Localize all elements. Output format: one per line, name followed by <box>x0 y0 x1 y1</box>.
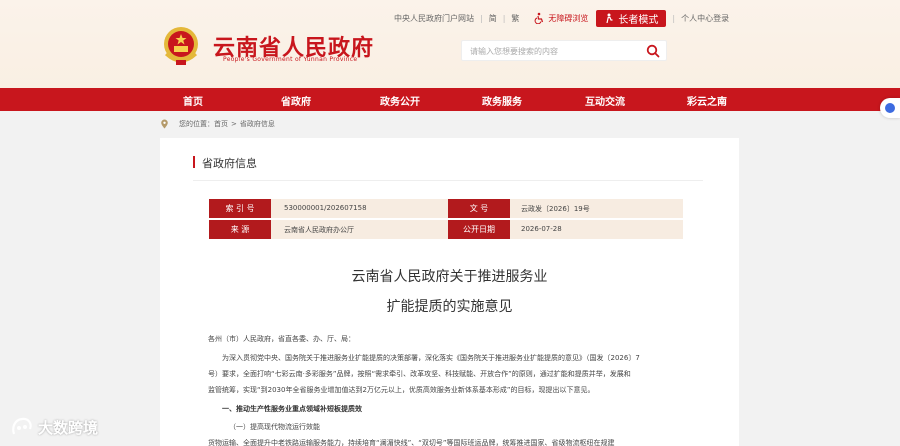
document-subheading: （一）提高现代物流运行效能 <box>229 423 320 431</box>
breadcrumb-current[interactable]: 省政府信息 <box>240 119 275 129</box>
main-nav: 首页 省政府 政务公开 政务服务 互动交流 彩云之南 <box>0 88 900 111</box>
search-icon[interactable] <box>646 44 660 58</box>
section-title: 省政府信息 <box>193 155 257 171</box>
publish-date-value: 2026-07-28 <box>521 225 562 233</box>
document-heading: 一、推动生产性服务业重点领域补短板提质效 <box>222 405 362 413</box>
meta-row: 来 源 云南省人民政府办公厅 公开日期 2026-07-28 <box>209 220 683 239</box>
simplified-chinese-link[interactable]: 简 <box>489 13 497 24</box>
central-portal-link[interactable]: 中央人民政府门户网站 <box>394 13 474 24</box>
traditional-chinese-link[interactable]: 繁 <box>511 13 519 24</box>
index-number-label: 索 引 号 <box>209 199 271 218</box>
document-number-value: 云政发〔2026〕19号 <box>521 205 590 213</box>
breadcrumb-home[interactable]: 首页 <box>214 119 228 129</box>
nav-item-colorful-yunnan[interactable]: 彩云之南 <box>687 93 727 108</box>
document-paragraph-line: 为深入贯彻党中央、国务院关于推进服务业扩能提质的决策部署，深化落实《国务院关于推… <box>222 354 640 362</box>
nav-item-home[interactable]: 首页 <box>183 93 203 108</box>
nav-item-government-services[interactable]: 政务服务 <box>482 93 522 108</box>
document-paragraph-line: 货物运输、全面提升中老铁路运输服务能力，持续培育“澜湄快线”、“双切号”等国际班… <box>208 439 615 446</box>
source-label: 来 源 <box>209 220 271 239</box>
user-center-link[interactable]: 个人中心登录 <box>681 13 729 24</box>
section-divider <box>193 180 703 181</box>
site-header: 云南省人民政府 People's Government of Yunnan Pr… <box>0 0 900 88</box>
wheelchair-icon <box>535 12 544 24</box>
document-title-line-2: 扩能提质的实施意见 <box>386 299 513 315</box>
top-links: 中央人民政府门户网站 | 简 | 繁 无障碍浏览 长者模式 | 个人中心登录 <box>394 9 729 27</box>
elder-icon <box>606 13 613 23</box>
document-paragraph-line: 号）要求，全面打响“七彩云南·多彩服务”品牌，按照“需求牵引、改革攻坚、科技赋能… <box>208 370 631 378</box>
site-subtitle: People's Government of Yunnan Province <box>223 56 358 63</box>
meta-row: 索 引 号 530000001/202607158 文 号 云政发〔2026〕1… <box>209 199 683 218</box>
divider: | <box>672 13 676 23</box>
document-salutation: 各州（市）人民政府，省直各委、办、厅、局： <box>208 335 355 343</box>
nav-item-provincial-government[interactable]: 省政府 <box>281 93 311 108</box>
national-emblem-icon[interactable] <box>160 24 202 68</box>
divider: | <box>480 13 483 23</box>
document-meta-table: 索 引 号 530000001/202607158 文 号 云政发〔2026〕1… <box>209 199 683 239</box>
nav-item-government-affairs-disclosure[interactable]: 政务公开 <box>380 93 420 108</box>
search-box <box>461 40 667 61</box>
publish-date-label: 公开日期 <box>448 220 510 239</box>
divider: | <box>502 13 506 23</box>
document-title-line-1: 云南省人民政府关于推进服务业 <box>351 269 548 285</box>
elder-mode-button[interactable]: 长者模式 <box>596 9 667 27</box>
document-paragraph-line: 监管统筹，实现“到2030年全省服务业增加值达到2万亿元以上，优质高效服务业新体… <box>208 386 595 394</box>
nav-item-interaction[interactable]: 互动交流 <box>585 93 625 108</box>
watermark-text: 大数跨境 <box>38 418 99 437</box>
document-number-label: 文 号 <box>448 199 510 218</box>
accessibility-label: 无障碍浏览 <box>548 13 589 23</box>
elder-mode-label: 长者模式 <box>618 14 659 26</box>
assistant-icon <box>885 103 895 113</box>
breadcrumb: 您的位置： 首页 > 省政府信息 <box>160 118 275 130</box>
content-card: 省政府信息 索 引 号 530000001/202607158 文 号 云政发〔… <box>160 138 739 446</box>
breadcrumb-prefix: 您的位置： <box>179 120 214 128</box>
breadcrumb-separator: > <box>231 120 237 128</box>
source-value: 云南省人民政府办公厅 <box>284 226 354 234</box>
floating-widget[interactable] <box>880 98 900 118</box>
watermark: 大数跨境 <box>10 416 98 438</box>
search-input[interactable] <box>470 44 640 58</box>
index-number-value: 530000001/202607158 <box>284 204 367 212</box>
watermark-logo-icon <box>12 417 32 435</box>
accessibility-link[interactable]: 无障碍浏览 <box>533 12 588 24</box>
location-pin-icon <box>161 119 168 129</box>
